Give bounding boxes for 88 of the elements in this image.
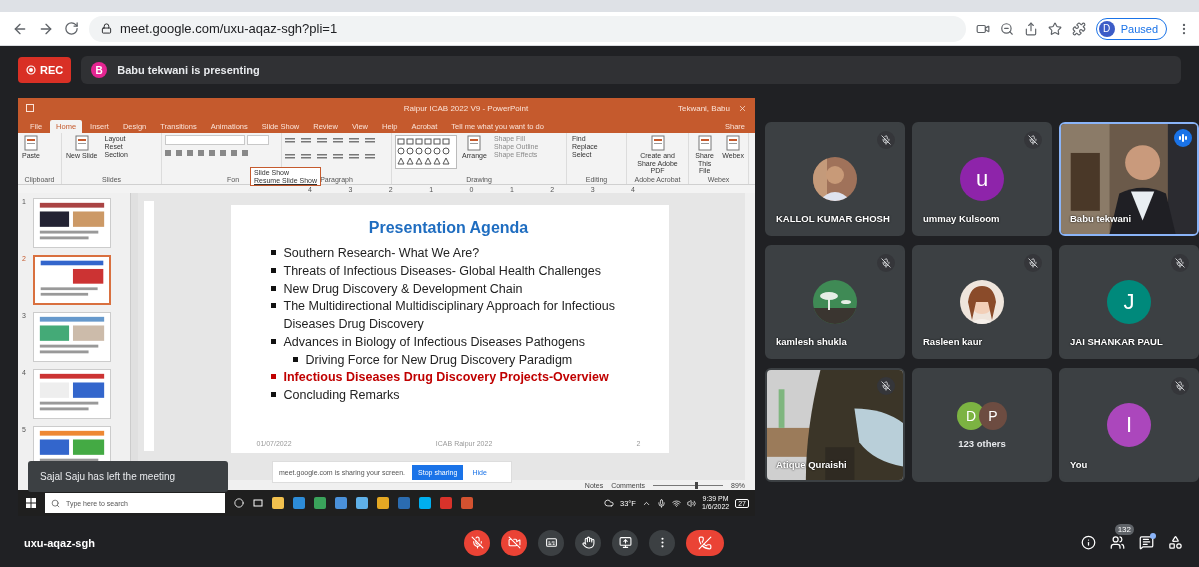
windows-start-icon[interactable] bbox=[26, 498, 36, 508]
address-bar[interactable]: meet.google.com/uxu-aqaz-sgh?pli=1 bbox=[89, 15, 966, 42]
bullet-text: Infectious Diseases Drug Discovery Projects-Overview bbox=[283, 369, 609, 387]
leave-call-button[interactable] bbox=[686, 529, 724, 556]
microphone-icon[interactable] bbox=[656, 498, 666, 508]
volume-icon[interactable] bbox=[686, 498, 696, 508]
app-icon[interactable] bbox=[356, 497, 368, 509]
left-meeting-toast: Sajal Saju has left the meeting bbox=[28, 461, 228, 492]
people-button[interactable] bbox=[1110, 535, 1125, 550]
avatar: D bbox=[1098, 20, 1115, 37]
pdf-icon[interactable] bbox=[440, 497, 452, 509]
participant-name: kamlesh shukla bbox=[776, 336, 847, 347]
chat-button[interactable] bbox=[1139, 535, 1154, 550]
folder-icon[interactable] bbox=[272, 497, 284, 509]
weather-icon bbox=[604, 498, 614, 508]
unread-dot bbox=[1150, 533, 1156, 539]
info-icon bbox=[1081, 535, 1096, 550]
save-icon[interactable] bbox=[26, 104, 34, 112]
microphone-off-button[interactable] bbox=[464, 529, 490, 556]
present-screen-icon bbox=[618, 536, 632, 549]
globe-icon[interactable] bbox=[314, 497, 326, 509]
font-name-field[interactable] bbox=[165, 135, 245, 145]
slide-thumbnail[interactable] bbox=[33, 312, 111, 362]
people-count: 132 bbox=[1114, 524, 1134, 535]
avatar: B bbox=[91, 62, 108, 78]
bullet-text: Threats of Infectious Diseases- Global Health Challenges bbox=[283, 262, 602, 280]
camera-off-icon bbox=[507, 536, 521, 549]
meeting-code: uxu-aqaz-sgh bbox=[24, 536, 96, 549]
slide-thumbnail[interactable] bbox=[33, 369, 111, 419]
shapes-gallery-icon[interactable] bbox=[395, 135, 457, 169]
captions-button[interactable] bbox=[538, 529, 564, 556]
browser-icon[interactable] bbox=[293, 497, 305, 509]
captions-icon bbox=[544, 536, 558, 549]
presentation-icon[interactable] bbox=[461, 497, 473, 509]
zoom-thumb[interactable] bbox=[695, 481, 698, 489]
browser-icon[interactable] bbox=[377, 497, 389, 509]
bullet-text: Concluding Remarks bbox=[283, 387, 400, 404]
avatar: u bbox=[960, 157, 1004, 201]
participant-name: Babu tekwani bbox=[1070, 213, 1132, 224]
avatar: I bbox=[1107, 403, 1151, 447]
info-button[interactable] bbox=[1081, 535, 1096, 550]
bullet-text: Driving Force for New Drug Discovery Paradigm bbox=[305, 351, 573, 369]
more-options-button[interactable] bbox=[649, 529, 675, 556]
bullet-text: Advances in Biology of Infectious Diseases Pathogens bbox=[283, 333, 586, 351]
slide-thumbnail[interactable] bbox=[33, 198, 111, 248]
camera-off-button[interactable] bbox=[501, 529, 527, 556]
participant-name: Rasleen kaur bbox=[923, 336, 983, 347]
bullet-text: New Drug Discovery & Development Chain bbox=[283, 280, 523, 298]
chat-icon bbox=[1139, 535, 1154, 550]
participant-name: ummay Kulsoom bbox=[923, 213, 1000, 224]
app-icon[interactable] bbox=[419, 497, 431, 509]
people-icon bbox=[1110, 535, 1125, 550]
zoom-icon[interactable] bbox=[999, 21, 1014, 36]
user-name: Tekwani, Babu bbox=[677, 103, 730, 113]
reload-icon[interactable] bbox=[64, 21, 79, 36]
avatar: P bbox=[979, 401, 1007, 430]
app-icon[interactable] bbox=[335, 497, 347, 509]
close-icon[interactable] bbox=[738, 103, 747, 113]
record-icon bbox=[26, 65, 36, 75]
shapes-icon bbox=[1168, 535, 1183, 550]
slide-title: Presentation Agenda bbox=[367, 219, 530, 237]
font-size-field[interactable] bbox=[247, 135, 269, 145]
extensions-icon[interactable] bbox=[1071, 21, 1086, 36]
share-icon[interactable] bbox=[1023, 21, 1038, 36]
window-title: Raipur ICAB 2022 V9 - PowerPoint bbox=[402, 103, 529, 113]
participant-name: You bbox=[1070, 459, 1088, 470]
network-icon[interactable] bbox=[671, 498, 681, 508]
raise-hand-button[interactable] bbox=[575, 529, 601, 556]
search-icon bbox=[51, 498, 60, 508]
present-button[interactable] bbox=[612, 529, 638, 556]
task-view-icon[interactable] bbox=[253, 498, 263, 508]
bookmark-star-icon[interactable] bbox=[1047, 21, 1062, 36]
hand-icon bbox=[581, 536, 595, 549]
microphone-off-icon bbox=[470, 536, 484, 549]
participant-name: Atique Quraishi bbox=[776, 459, 847, 470]
phone-icon bbox=[698, 535, 712, 550]
bullet-text: Southern Research- What We Are? bbox=[283, 245, 480, 262]
others-count: 123 others bbox=[958, 437, 1006, 449]
presenting-text: Babu tekwani is presenting bbox=[117, 64, 260, 76]
activities-button[interactable] bbox=[1168, 535, 1183, 550]
recording-button[interactable]: REC bbox=[18, 57, 72, 83]
participant-name: JAI SHANKAR PAUL bbox=[1070, 336, 1163, 347]
circle-icon[interactable] bbox=[234, 498, 244, 508]
lock-icon bbox=[101, 23, 112, 34]
avatar: J bbox=[1107, 280, 1151, 324]
participant-name: KALLOL KUMAR GHOSH bbox=[776, 213, 890, 224]
slide-thumbnail[interactable] bbox=[33, 255, 111, 305]
bullet-text: The Multidirectional Multidisciplinary Approach for Infectious Diseases Drug Discovery bbox=[283, 298, 616, 333]
